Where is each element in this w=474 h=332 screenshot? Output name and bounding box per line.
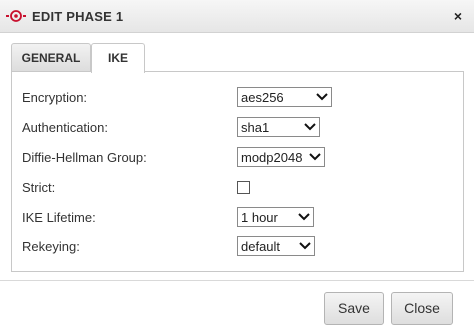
rekeying-label: Rekeying: [22, 239, 80, 254]
strict-row: Strict: [12, 177, 465, 199]
ike-lifetime-label: IKE Lifetime: [22, 210, 96, 225]
strict-checkbox[interactable] [237, 181, 250, 194]
chevron-down-icon [316, 93, 328, 101]
encryption-label: Encryption: [22, 90, 88, 105]
dh-group-label: Diffie-Hellman Group: [22, 150, 147, 165]
close-icon[interactable]: × [450, 8, 466, 24]
close-button[interactable]: Close [391, 292, 453, 325]
dh-group-value: modp2048 [241, 150, 303, 165]
chevron-down-icon [309, 153, 321, 161]
target-logo-icon [6, 10, 26, 22]
save-button[interactable]: Save [324, 292, 384, 325]
dh-group-select[interactable]: modp2048 [237, 147, 325, 167]
chevron-down-icon [304, 123, 316, 131]
rekeying-select[interactable]: default [237, 236, 315, 256]
dh-group-row: Diffie-Hellman Group: modp2048 [12, 147, 465, 169]
rekeying-row: Rekeying: default [12, 236, 465, 258]
encryption-select[interactable]: aes256 [237, 87, 332, 107]
dialog-titlebar: EDIT PHASE 1 × [0, 0, 474, 33]
encryption-row: Encryption: aes256 [12, 87, 465, 109]
ike-settings-panel: Encryption: aes256 Authentication: sha1 … [11, 71, 464, 272]
authentication-value: sha1 [241, 120, 270, 135]
tab-general[interactable]: GENERAL [11, 43, 91, 72]
dialog-title: EDIT PHASE 1 [32, 9, 124, 24]
ike-lifetime-select[interactable]: 1 hour [237, 207, 314, 227]
chevron-down-icon [298, 213, 310, 221]
footer-divider [0, 280, 474, 281]
ike-lifetime-value: 1 hour [241, 210, 278, 225]
chevron-down-icon [299, 242, 311, 250]
rekeying-value: default [241, 239, 281, 254]
authentication-label: Authentication: [22, 120, 109, 135]
authentication-select[interactable]: sha1 [237, 117, 320, 137]
strict-label: Strict: [22, 180, 56, 195]
tab-ike[interactable]: IKE [91, 43, 145, 73]
encryption-value: aes256 [241, 90, 284, 105]
authentication-row: Authentication: sha1 [12, 117, 465, 139]
ike-lifetime-row: IKE Lifetime: 1 hour [12, 207, 465, 229]
